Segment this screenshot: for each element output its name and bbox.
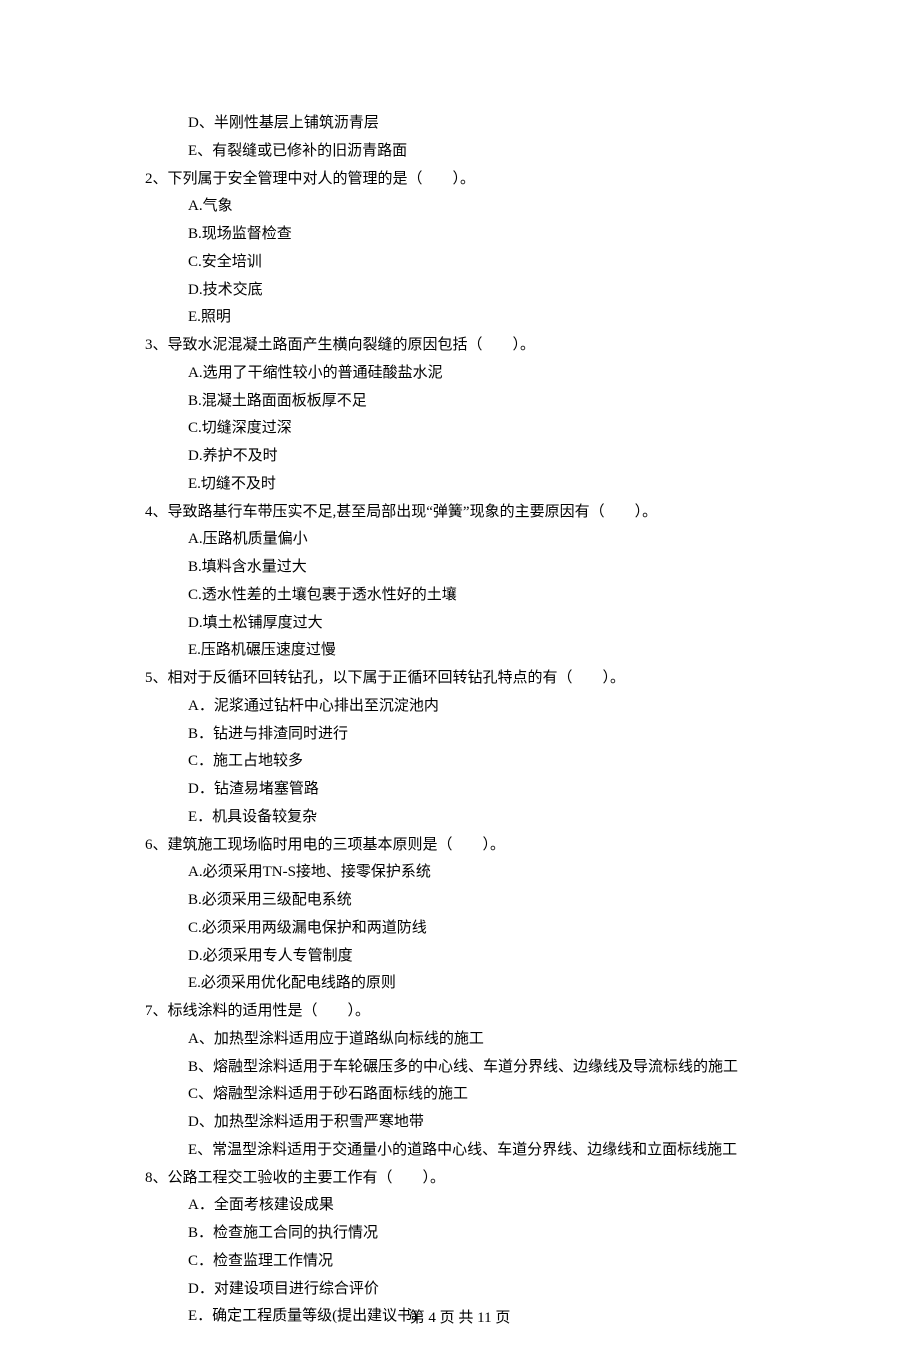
option-e: E.压路机碾压速度过慢 xyxy=(145,637,860,665)
continued-option-e: E、有裂缝或已修补的旧沥青路面 xyxy=(145,138,860,166)
option-d: D.填土松铺厚度过大 xyxy=(145,610,860,638)
option-c: C.必须采用两级漏电保护和两道防线 xyxy=(145,915,860,943)
question-stem: 8、公路工程交工验收的主要工作有（ ）。 xyxy=(145,1165,860,1193)
question-stem: 6、建筑施工现场临时用电的三项基本原则是（ ）。 xyxy=(145,832,860,860)
option-a: A.气象 xyxy=(145,193,860,221)
option-a: A.压路机质量偏小 xyxy=(145,526,860,554)
question-stem: 7、标线涂料的适用性是（ ）。 xyxy=(145,998,860,1026)
question-stem: 5、相对于反循环回转钻孔，以下属于正循环回转钻孔特点的有（ ）。 xyxy=(145,665,860,693)
option-d: D.技术交底 xyxy=(145,277,860,305)
question-stem: 4、导致路基行车带压实不足,甚至局部出现“弹簧”现象的主要原因有（ ）。 xyxy=(145,499,860,527)
page-footer: 第 4 页 共 11 页 xyxy=(0,1305,920,1333)
option-b: B.混凝土路面面板板厚不足 xyxy=(145,388,860,416)
option-a: A．泥浆通过钻杆中心排出至沉淀池内 xyxy=(145,693,860,721)
question-3: 3、导致水泥混凝土路面产生横向裂缝的原因包括（ ）。 A.选用了干缩性较小的普通… xyxy=(145,332,860,499)
option-d: D.必须采用专人专管制度 xyxy=(145,943,860,971)
option-e: E.必须采用优化配电线路的原则 xyxy=(145,970,860,998)
option-e: E、常温型涂料适用于交通量小的道路中心线、车道分界线、边缘线和立面标线施工 xyxy=(145,1137,860,1165)
option-b: B．钻进与排渣同时进行 xyxy=(145,721,860,749)
option-e: E.照明 xyxy=(145,304,860,332)
question-7: 7、标线涂料的适用性是（ ）。 A、加热型涂料适用应于道路纵向标线的施工 B、熔… xyxy=(145,998,860,1165)
option-e: E．机具设备较复杂 xyxy=(145,804,860,832)
option-e: E.切缝不及时 xyxy=(145,471,860,499)
question-6: 6、建筑施工现场临时用电的三项基本原则是（ ）。 A.必须采用TN-S接地、接零… xyxy=(145,832,860,999)
document-page: D、半刚性基层上铺筑沥青层 E、有裂缝或已修补的旧沥青路面 2、下列属于安全管理… xyxy=(0,0,920,1371)
question-5: 5、相对于反循环回转钻孔，以下属于正循环回转钻孔特点的有（ ）。 A．泥浆通过钻… xyxy=(145,665,860,832)
option-c: C.透水性差的土壤包裹于透水性好的土壤 xyxy=(145,582,860,610)
option-a: A.选用了干缩性较小的普通硅酸盐水泥 xyxy=(145,360,860,388)
option-d: D.养护不及时 xyxy=(145,443,860,471)
option-a: A、加热型涂料适用应于道路纵向标线的施工 xyxy=(145,1026,860,1054)
question-2: 2、下列属于安全管理中对人的管理的是（ ）。 A.气象 B.现场监督检查 C.安… xyxy=(145,166,860,333)
option-d: D．对建设项目进行综合评价 xyxy=(145,1276,860,1304)
option-c: C.安全培训 xyxy=(145,249,860,277)
option-c: C、熔融型涂料适用于砂石路面标线的施工 xyxy=(145,1081,860,1109)
option-c: C．施工占地较多 xyxy=(145,748,860,776)
option-b: B.现场监督检查 xyxy=(145,221,860,249)
option-b: B．检查施工合同的执行情况 xyxy=(145,1220,860,1248)
question-4: 4、导致路基行车带压实不足,甚至局部出现“弹簧”现象的主要原因有（ ）。 A.压… xyxy=(145,499,860,666)
option-b: B.必须采用三级配电系统 xyxy=(145,887,860,915)
option-c: C.切缝深度过深 xyxy=(145,415,860,443)
option-b: B.填料含水量过大 xyxy=(145,554,860,582)
option-c: C．检查监理工作情况 xyxy=(145,1248,860,1276)
option-d: D．钻渣易堵塞管路 xyxy=(145,776,860,804)
question-stem: 3、导致水泥混凝土路面产生横向裂缝的原因包括（ ）。 xyxy=(145,332,860,360)
continued-option-d: D、半刚性基层上铺筑沥青层 xyxy=(145,110,860,138)
option-b: B、熔融型涂料适用于车轮碾压多的中心线、车道分界线、边缘线及导流标线的施工 xyxy=(145,1054,860,1082)
option-a: A.必须采用TN-S接地、接零保护系统 xyxy=(145,859,860,887)
option-d: D、加热型涂料适用于积雪严寒地带 xyxy=(145,1109,860,1137)
question-stem: 2、下列属于安全管理中对人的管理的是（ ）。 xyxy=(145,166,860,194)
option-a: A．全面考核建设成果 xyxy=(145,1192,860,1220)
